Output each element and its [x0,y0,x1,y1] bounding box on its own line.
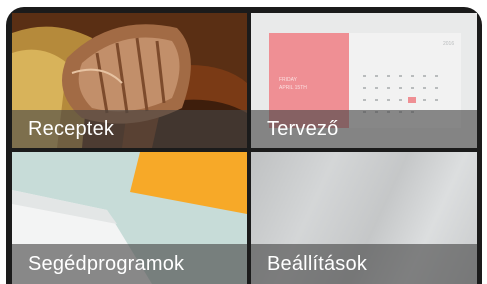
tile-settings[interactable]: Beállítások [251,152,477,284]
tile-utilities[interactable]: Segédprogramok [12,152,247,284]
tile-label-settings: Beállítások [267,253,368,275]
launcher-frame: Receptek 2016 FRIDAY APRIL 15TH Tervező … [6,7,482,284]
planner-date-text: APRIL 15TH [279,85,307,91]
tile-recipes[interactable]: Receptek [12,13,247,148]
tile-label-recipes: Receptek [28,118,115,140]
app-tile-grid: Receptek 2016 FRIDAY APRIL 15TH Tervező … [12,13,477,284]
planner-year-text: 2016 [443,41,454,47]
tile-planner[interactable]: 2016 FRIDAY APRIL 15TH Tervező [251,13,477,148]
planner-day-text: FRIDAY [279,77,298,83]
tile-label-utilities: Segédprogramok [28,253,185,275]
tile-label-planner: Tervező [267,118,339,140]
